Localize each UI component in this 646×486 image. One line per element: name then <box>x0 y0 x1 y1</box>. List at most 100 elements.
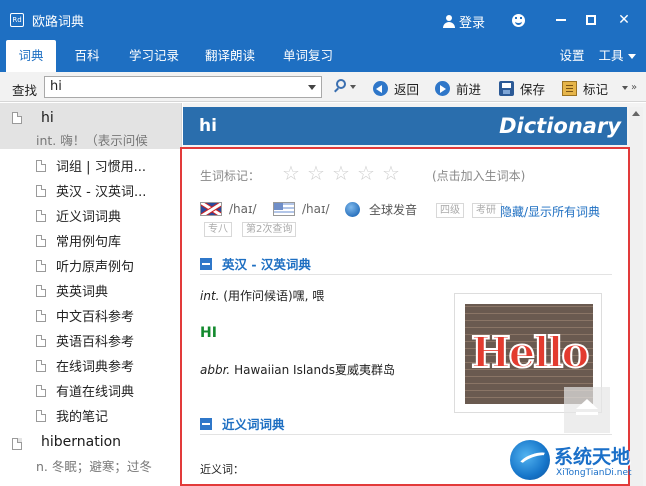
definition-text: (用作问候语)嘿, 喂 <box>223 289 325 303</box>
search-toolbar: 查找 hi 返回 前进 保存 标记 » <box>0 72 646 102</box>
definition-line: int. (用作问候语)嘿, 喂 <box>200 287 324 304</box>
hello-image-text: Hello <box>470 327 590 378</box>
definition-content: 生词标记： ☆ ☆ ☆ ☆ ☆ (点击加入生词本) /haɪ/ /haɪ/ 全球… <box>180 147 630 486</box>
mark-button[interactable]: 标记 <box>562 78 608 98</box>
word-list-panel: hi int. 嗨！（表示问候 词组 | 习惯用... 英汉 - 汉英词... … <box>0 103 182 486</box>
minimize-icon <box>556 19 566 21</box>
tab-translate-read[interactable]: 翻译朗读 <box>196 40 264 72</box>
dropdown-arrow-icon[interactable] <box>308 85 316 90</box>
document-icon <box>36 159 46 172</box>
us-pron-button[interactable]: /haɪ/ <box>273 202 330 216</box>
document-icon <box>36 234 46 247</box>
section-title: 英汉 - 汉英词典 <box>222 257 311 272</box>
dict-item-synonyms[interactable]: 近义词词典 <box>36 203 121 228</box>
tab-word-review[interactable]: 单词复习 <box>274 40 342 72</box>
abbr-text: Hawaiian Islands夏威夷群岛 <box>234 363 396 377</box>
tools-menu[interactable]: 工具 <box>594 40 640 72</box>
mark-label: 标记 <box>583 81 609 97</box>
toggle-all-dicts-link[interactable]: 隐藏/显示所有词典 <box>500 203 600 220</box>
dict-item-youdao[interactable]: 有道在线词典 <box>36 378 134 403</box>
star-icon[interactable]: ☆ <box>332 163 352 183</box>
star-icon[interactable]: ☆ <box>382 163 402 183</box>
section-title: 近义词词典 <box>222 417 285 432</box>
site-watermark: 系统天地 XiTongTianDi.net <box>510 438 646 486</box>
dict-item-online[interactable]: 在线词典参考 <box>36 353 134 378</box>
uk-flag-icon <box>200 202 222 216</box>
dict-item-notes[interactable]: 我的笔记 <box>36 403 108 428</box>
document-icon <box>36 184 46 197</box>
document-icon <box>36 334 46 347</box>
app-logo-icon: Rd <box>10 13 24 27</box>
document-icon <box>36 309 46 322</box>
settings-menu[interactable]: 设置 <box>556 40 588 72</box>
collapse-icon[interactable] <box>200 257 212 270</box>
save-button[interactable]: 保存 <box>499 78 545 98</box>
document-icon <box>36 359 46 372</box>
dictionary-brand: Dictionary <box>499 114 621 138</box>
back-arrow-icon <box>373 80 388 96</box>
watermark-en: XiTongTianDi.net <box>556 468 632 478</box>
list-item-word[interactable]: hi <box>41 110 54 126</box>
part-of-speech: int. <box>200 289 220 303</box>
search-icon-handle <box>334 87 339 93</box>
document-icon <box>36 384 46 397</box>
star-icon[interactable]: ☆ <box>282 163 302 183</box>
tab-study-record[interactable]: 学习记录 <box>120 40 188 72</box>
dict-item-ee[interactable]: 英英词典 <box>36 278 108 303</box>
save-disk-icon <box>499 80 514 96</box>
definition-panel: hi Dictionary 生词标记： ☆ ☆ ☆ ☆ ☆ (点击加入生词本) … <box>180 103 646 486</box>
document-icon <box>12 438 22 450</box>
dict-item-examples[interactable]: 常用例句库 <box>36 228 121 253</box>
global-pron-button[interactable]: 全球发音 <box>345 201 417 218</box>
back-button[interactable]: 返回 <box>373 78 419 98</box>
star-icon[interactable]: ☆ <box>357 163 377 183</box>
star-icon[interactable]: ☆ <box>307 163 327 183</box>
document-icon <box>36 209 46 222</box>
menu-bar: 词典 百科 学习记录 翻译朗读 单词复习 设置 工具 <box>0 40 646 72</box>
document-icon <box>36 284 46 297</box>
user-icon <box>443 15 455 28</box>
search-options-arrow-icon[interactable] <box>350 85 356 89</box>
minimize-button[interactable] <box>551 10 571 30</box>
toolbar-overflow-icon[interactable]: » <box>631 82 637 93</box>
dict-item-cn-wiki[interactable]: 中文百科参考 <box>36 303 134 328</box>
globe-icon <box>345 202 360 217</box>
watermark-cn: 系统天地 <box>554 446 631 468</box>
feedback-button[interactable] <box>508 10 528 30</box>
level-tag: 考研 <box>472 203 502 218</box>
close-icon: ✕ <box>618 12 630 28</box>
dict-item-phrases[interactable]: 词组 | 习惯用... <box>36 153 146 178</box>
section-header-ec[interactable]: 英汉 - 汉英词典 <box>200 253 612 275</box>
tab-encyclopedia[interactable]: 百科 <box>62 40 112 72</box>
uk-phonetic: /haɪ/ <box>229 202 257 216</box>
save-label: 保存 <box>520 81 546 97</box>
forward-button[interactable]: 前进 <box>435 78 481 98</box>
vertical-scrollbar[interactable] <box>629 107 643 486</box>
list-item-gloss: int. 嗨！（表示问候 <box>36 133 148 148</box>
search-button[interactable] <box>333 78 357 98</box>
uk-pron-button[interactable]: /haɪ/ <box>200 202 257 216</box>
find-label: 查找 <box>12 83 38 98</box>
us-phonetic: /haɪ/ <box>302 202 330 216</box>
search-value: hi <box>50 79 62 94</box>
login-button[interactable]: 登录 <box>443 12 485 31</box>
synonyms-label: 近义词： <box>200 463 244 476</box>
tab-dictionary[interactable]: 词典 <box>6 40 56 72</box>
maximize-button[interactable] <box>581 10 601 30</box>
dict-item-ec[interactable]: 英汉 - 汉英词... <box>36 178 146 203</box>
document-icon <box>36 259 46 272</box>
search-input[interactable]: hi <box>44 76 322 98</box>
mark-dropdown-arrow-icon[interactable] <box>622 86 628 90</box>
login-label: 登录 <box>459 16 486 31</box>
add-to-notebook-hint[interactable]: (点击加入生词本) <box>432 167 525 184</box>
list-item-word[interactable]: hibernation <box>41 434 121 450</box>
collapse-icon[interactable] <box>200 417 212 430</box>
document-icon <box>12 112 22 124</box>
dict-item-listening[interactable]: 听力原声例句 <box>36 253 134 278</box>
level-tag: 四级 <box>436 203 464 218</box>
close-button[interactable]: ✕ <box>614 10 634 30</box>
dict-item-en-wiki[interactable]: 英语百科参考 <box>36 328 134 353</box>
window-title: 欧路词典 <box>32 14 85 30</box>
section-header-synonyms[interactable]: 近义词词典 <box>200 413 612 435</box>
scroll-up-icon[interactable] <box>632 111 640 116</box>
